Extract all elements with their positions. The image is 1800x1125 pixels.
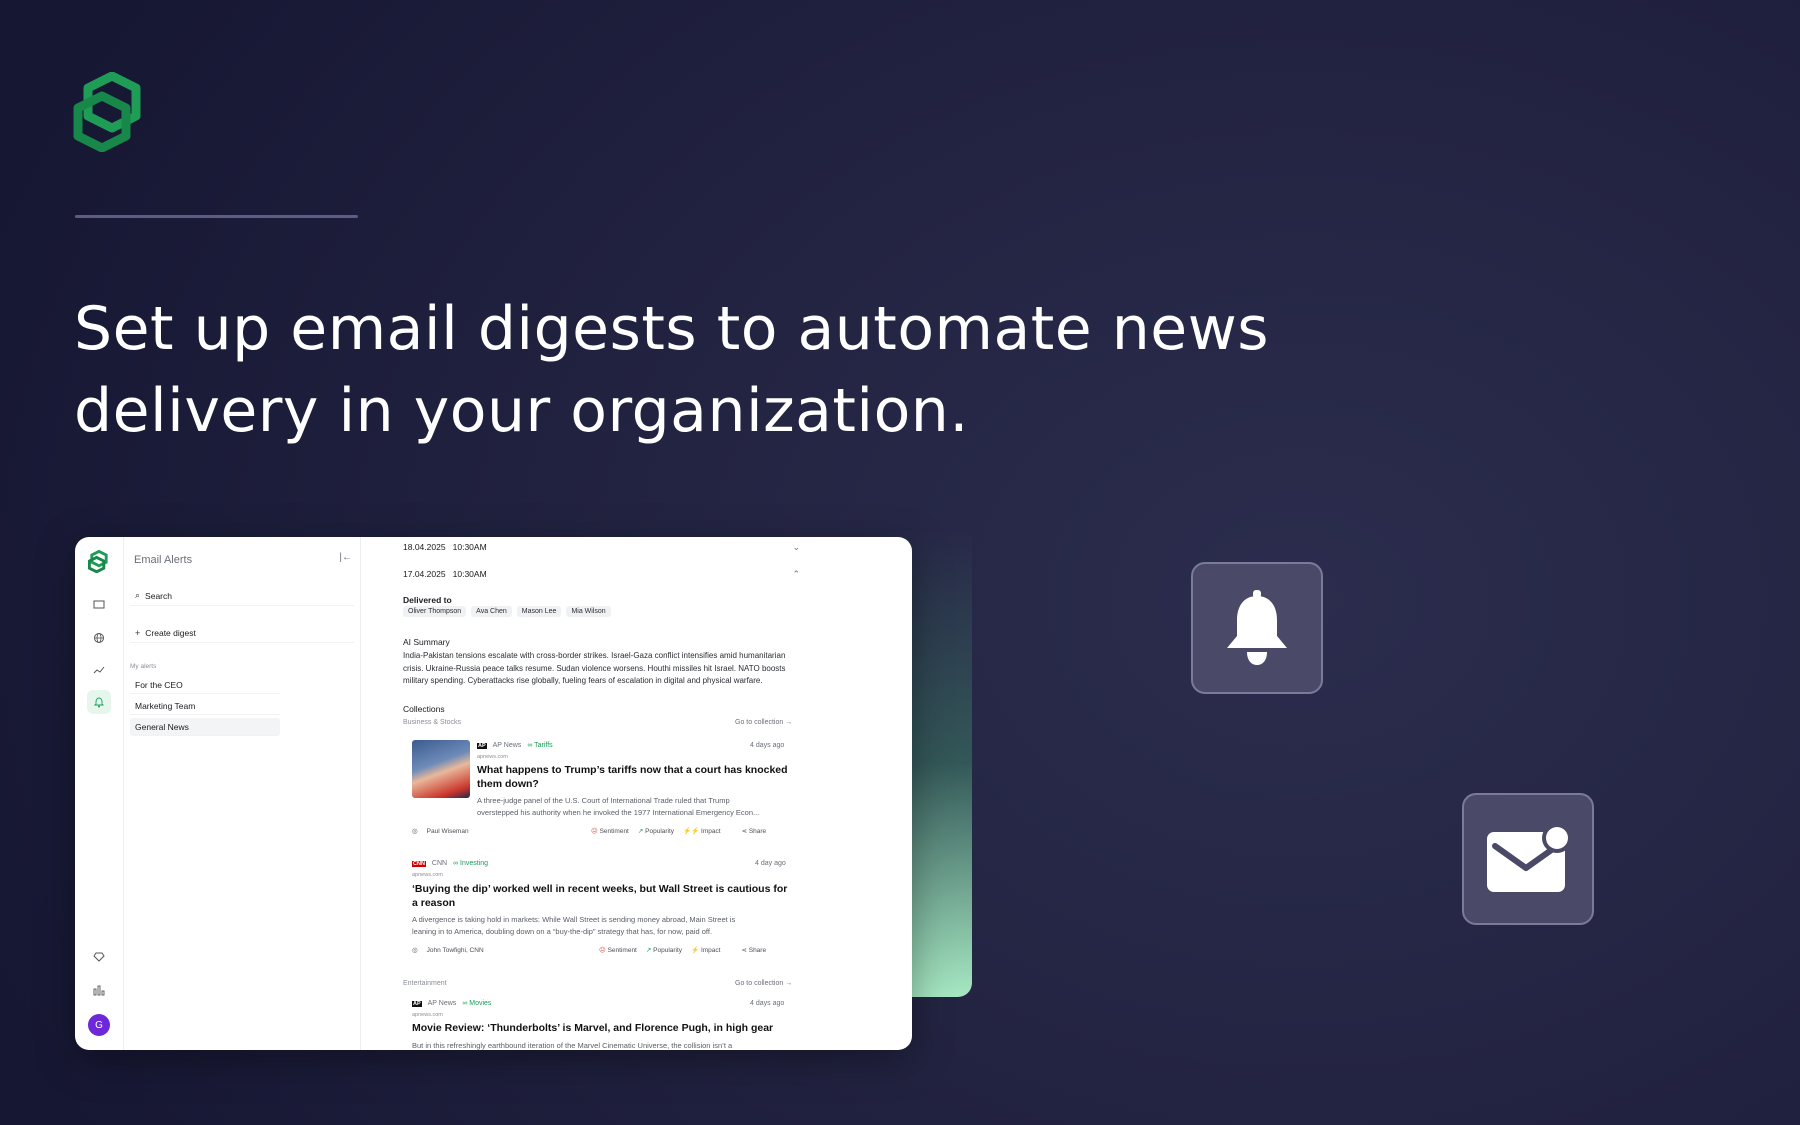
monitor-icon[interactable] — [87, 593, 111, 617]
search-label: Search — [145, 590, 172, 601]
user-avatar[interactable]: G — [88, 1014, 110, 1036]
chevron-up-icon[interactable]: ⌃ — [792, 569, 800, 580]
create-digest-button[interactable]: + Create digest — [130, 623, 354, 643]
mail-notification-icon — [1487, 824, 1571, 892]
go-to-collection-link[interactable]: Go to collection → — [735, 980, 792, 987]
alert-item-selected[interactable]: General News — [130, 718, 280, 736]
app-window: G Email Alerts |← ⌕ Search + Create dige… — [75, 537, 912, 1050]
mail-tile — [1462, 793, 1594, 925]
collapse-panel-icon[interactable]: |← — [339, 552, 352, 563]
panel-title: Email Alerts — [134, 554, 193, 566]
globe-icon[interactable] — [87, 626, 111, 650]
alert-item[interactable]: For the CEO — [130, 676, 280, 694]
app-logo-icon[interactable] — [87, 549, 111, 573]
alert-item[interactable]: Marketing Team — [130, 697, 280, 715]
digest-time: 10:30AM — [452, 542, 487, 552]
digest-date: 18.04.2025 — [403, 542, 446, 552]
trend-icon[interactable] — [87, 658, 111, 682]
search-icon: ⌕ — [135, 590, 141, 600]
digest-row-collapsed[interactable]: 18.04.2025 10:30AM ⌄ — [403, 542, 800, 553]
headline-line-1: Set up email digests to automate news — [74, 294, 1270, 364]
alerts-panel: Email Alerts |← ⌕ Search + Create digest… — [124, 537, 361, 1050]
plus-icon: + — [135, 627, 141, 638]
hero-divider — [75, 215, 358, 218]
brand-logo — [73, 72, 141, 152]
chart-icon[interactable] — [87, 978, 111, 1002]
bell-icon — [1227, 590, 1287, 665]
chevron-down-icon[interactable]: ⌄ — [792, 542, 800, 553]
bell-icon[interactable] — [87, 690, 111, 714]
my-alerts-section-label: My alerts — [130, 663, 157, 670]
bell-tile — [1191, 562, 1323, 694]
create-digest-label: Create digest — [145, 627, 196, 638]
digest-time: 10:30AM — [452, 569, 487, 579]
go-to-collection-link[interactable]: Go to collection → — [735, 719, 792, 726]
digest-row-expanded[interactable]: 17.04.2025 10:30AM ⌃ — [403, 569, 800, 580]
hero-headline: Set up email digests to automate news de… — [74, 288, 1274, 452]
search-button[interactable]: ⌕ Search — [130, 586, 354, 606]
icon-rail: G — [75, 537, 124, 1050]
diamond-icon[interactable] — [87, 945, 111, 969]
headline-line-2: delivery in your organization. — [74, 376, 969, 446]
digest-date: 17.04.2025 — [403, 569, 446, 579]
